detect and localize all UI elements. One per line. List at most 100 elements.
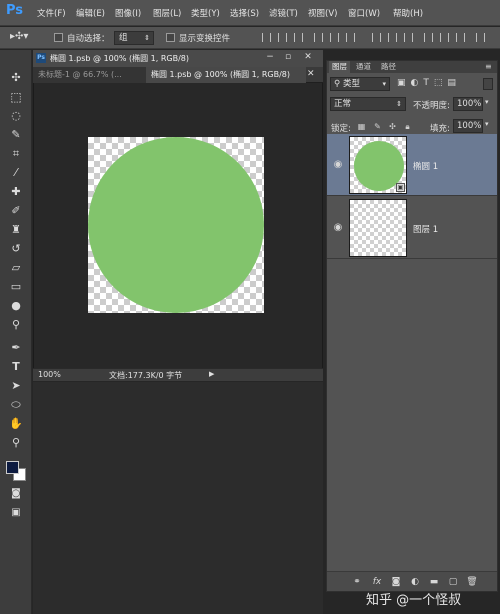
panel-menu-icon[interactable]: ≡ bbox=[485, 62, 492, 71]
eye-icon[interactable]: ◉ bbox=[332, 159, 344, 171]
menu-file[interactable]: 文件(F) bbox=[37, 7, 66, 19]
blur-tool-icon[interactable]: ● bbox=[7, 298, 25, 314]
ellipse-tool-icon[interactable]: ⬭ bbox=[7, 397, 25, 413]
fill-chevron-icon[interactable]: ▾ bbox=[485, 120, 494, 132]
lock-image-icon[interactable]: ✎ bbox=[373, 122, 382, 131]
menu-edit[interactable]: 编辑(E) bbox=[76, 7, 105, 19]
minimize-icon[interactable]: − bbox=[263, 52, 277, 64]
move-tool-icon[interactable]: ✣ bbox=[7, 70, 25, 86]
photoshop-logo: Ps bbox=[6, 3, 24, 18]
delete-layer-icon[interactable]: 🗑︎ bbox=[466, 576, 478, 588]
align-bottom-icon[interactable] bbox=[294, 33, 303, 42]
zoom-level[interactable]: 100% bbox=[38, 370, 61, 379]
quick-mask-icon[interactable]: ◙ bbox=[7, 486, 25, 502]
zoom-tool-icon[interactable]: ⚲ bbox=[7, 435, 25, 451]
link-layers-icon[interactable]: ⚭ bbox=[351, 576, 363, 588]
path-selection-tool-icon[interactable]: ➤ bbox=[7, 378, 25, 394]
chevron-down-icon: ▾ bbox=[382, 80, 386, 88]
layer-name-ellipse[interactable]: 椭圆 1 bbox=[413, 160, 438, 172]
pen-tool-icon[interactable]: ✒ bbox=[7, 340, 25, 356]
layer-row-layer1[interactable]: ◉ 图层 1 bbox=[327, 197, 497, 259]
screen-mode-icon[interactable]: ▣ bbox=[7, 505, 25, 521]
lock-all-icon[interactable]: 🔒︎ bbox=[403, 122, 412, 131]
menu-layer[interactable]: 图层(L) bbox=[153, 7, 181, 19]
tab-paths[interactable]: 路径 bbox=[378, 61, 399, 73]
marquee-tool-icon[interactable]: ⬚ bbox=[7, 89, 25, 105]
tab-channels[interactable]: 通道 bbox=[353, 61, 374, 73]
menu-type[interactable]: 类型(Y) bbox=[191, 7, 220, 19]
tab-close-icon[interactable]: ✕ bbox=[307, 69, 315, 79]
auto-select-dropdown[interactable]: 组 ⇕ bbox=[114, 31, 154, 45]
hand-tool-icon[interactable]: ✋ bbox=[7, 416, 25, 432]
lock-position-icon[interactable]: ✣ bbox=[388, 122, 397, 131]
menu-window[interactable]: 窗口(W) bbox=[348, 7, 380, 19]
distribute-top-icon[interactable] bbox=[372, 33, 381, 42]
tab-untitled[interactable]: 未标题-1 @ 66.7% (... bbox=[33, 67, 146, 83]
opacity-input[interactable]: 100% bbox=[453, 97, 483, 111]
brush-tool-icon[interactable]: ✐ bbox=[7, 203, 25, 219]
menu-select[interactable]: 选择(S) bbox=[230, 7, 259, 19]
distribute-hcenter-icon[interactable] bbox=[440, 33, 449, 42]
quick-select-tool-icon[interactable]: ✎ bbox=[7, 127, 25, 143]
status-menu-arrow-icon[interactable]: ▶ bbox=[209, 370, 214, 378]
fx-icon[interactable]: fx bbox=[371, 576, 383, 588]
add-mask-icon[interactable]: ◙ bbox=[390, 576, 402, 588]
layer-row-ellipse[interactable]: ◉ ▣ 椭圆 1 bbox=[327, 134, 497, 196]
opacity-chevron-icon[interactable]: ▾ bbox=[485, 98, 494, 110]
blend-mode-dropdown[interactable]: 正常 ⇕ bbox=[330, 97, 406, 111]
maximize-icon[interactable]: ▫ bbox=[281, 52, 295, 64]
distribute-left-icon[interactable] bbox=[424, 33, 433, 42]
menu-filter[interactable]: 滤镜(T) bbox=[269, 7, 298, 19]
show-transform-checkbox[interactable] bbox=[166, 33, 175, 42]
type-tool-icon[interactable]: T bbox=[7, 359, 25, 375]
document-tab-row: 未标题-1 @ 66.7% (... 椭圆 1.psb @ 100% (椭圆 1… bbox=[33, 67, 323, 83]
layer-thumbnail-ellipse: ▣ bbox=[349, 136, 407, 194]
align-hcenter-icon[interactable] bbox=[330, 33, 339, 42]
auto-align-icon[interactable] bbox=[476, 33, 485, 42]
menu-bar: Ps 文件(F) 编辑(E) 图像(I) 图层(L) 类型(Y) 选择(S) 滤… bbox=[0, 0, 500, 26]
tab-ellipse-psb[interactable]: 椭圆 1.psb @ 100% (椭圆 1, RGB/8) bbox=[146, 67, 306, 83]
smart-object-badge-icon: ▣ bbox=[396, 183, 405, 192]
document-canvas[interactable] bbox=[88, 137, 264, 313]
lock-transparent-icon[interactable]: ▦ bbox=[357, 122, 366, 131]
move-tool-preset-icon[interactable]: ▸✣▾ bbox=[10, 31, 28, 42]
menu-view[interactable]: 视图(V) bbox=[308, 7, 337, 19]
adjustment-layer-icon[interactable]: ◐ bbox=[409, 576, 421, 588]
new-layer-icon[interactable]: ▢ bbox=[447, 576, 459, 588]
align-top-icon[interactable] bbox=[262, 33, 271, 42]
tab-layers[interactable]: 图层 bbox=[329, 61, 350, 73]
ellipse-shape[interactable] bbox=[88, 137, 264, 313]
healing-brush-tool-icon[interactable]: ✚ bbox=[7, 184, 25, 200]
clone-stamp-tool-icon[interactable]: ♜ bbox=[7, 222, 25, 238]
distribute-bottom-icon[interactable] bbox=[404, 33, 413, 42]
tools-panel: ✣ ⬚ ◌ ✎ ⌗ ⁄ ✚ ✐ ♜ ↺ ▱ ▭ ● ⚲ ✒ T ➤ ⬭ ✋ ⚲ … bbox=[0, 50, 32, 614]
align-right-icon[interactable] bbox=[346, 33, 355, 42]
filter-kind-value: 类型 bbox=[342, 79, 360, 89]
eye-icon[interactable]: ◉ bbox=[332, 222, 344, 234]
menu-image[interactable]: 图像(I) bbox=[115, 7, 141, 19]
filter-toggle[interactable] bbox=[483, 78, 493, 90]
align-vcenter-icon[interactable] bbox=[278, 33, 287, 42]
eraser-tool-icon[interactable]: ▱ bbox=[7, 260, 25, 276]
new-group-icon[interactable]: ▬ bbox=[428, 576, 440, 588]
menu-help[interactable]: 帮助(H) bbox=[393, 7, 423, 19]
eyedropper-tool-icon[interactable]: ⁄ bbox=[7, 165, 25, 181]
history-brush-tool-icon[interactable]: ↺ bbox=[7, 241, 25, 257]
auto-select-checkbox[interactable] bbox=[54, 33, 63, 42]
layer-filter-icons[interactable]: ▣◐T⬚▤ bbox=[397, 78, 461, 88]
document-titlebar[interactable]: Ps 椭圆 1.psb @ 100% (椭圆 1, RGB/8) − ▫ ✕ bbox=[33, 50, 323, 67]
filter-kind-dropdown[interactable]: ⚲ 类型 ▾ bbox=[330, 77, 390, 91]
distribute-right-icon[interactable] bbox=[456, 33, 465, 42]
fill-input[interactable]: 100% bbox=[453, 119, 483, 133]
document-window-title: 椭圆 1.psb @ 100% (椭圆 1, RGB/8) bbox=[50, 54, 189, 63]
close-icon[interactable]: ✕ bbox=[301, 52, 315, 64]
layer-name-layer1[interactable]: 图层 1 bbox=[413, 223, 438, 235]
align-left-icon[interactable] bbox=[314, 33, 323, 42]
crop-tool-icon[interactable]: ⌗ bbox=[7, 146, 25, 162]
gradient-tool-icon[interactable]: ▭ bbox=[7, 279, 25, 295]
distribute-vcenter-icon[interactable] bbox=[388, 33, 397, 42]
dodge-tool-icon[interactable]: ⚲ bbox=[7, 317, 25, 333]
foreground-color-swatch[interactable] bbox=[6, 461, 19, 474]
lasso-tool-icon[interactable]: ◌ bbox=[7, 108, 25, 124]
dropdown-arrow-icon: ⇕ bbox=[144, 34, 150, 42]
